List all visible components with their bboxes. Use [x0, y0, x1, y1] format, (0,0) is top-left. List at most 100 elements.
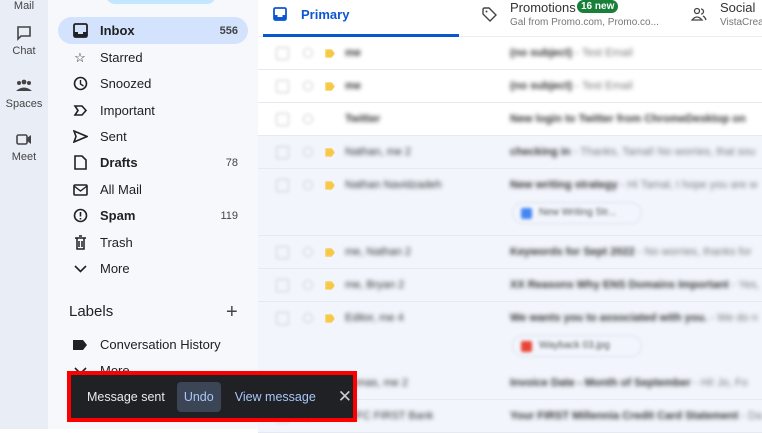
- email-summary: We wants you to associated with you. - W…: [510, 312, 758, 324]
- important-marker-icon[interactable]: [325, 181, 335, 190]
- star-icon[interactable]: [303, 81, 313, 91]
- email-summary: New login to Twitter from ChromeDesktop …: [510, 113, 746, 125]
- email-sender: me: [345, 47, 361, 59]
- important-icon: [70, 104, 90, 117]
- trash-icon: [70, 235, 90, 250]
- tab-primary[interactable]: Primary: [263, 0, 459, 37]
- sidebar-item-important[interactable]: Important: [58, 97, 248, 124]
- label-conversation-history[interactable]: Conversation History: [58, 331, 248, 358]
- important-marker-icon[interactable]: [325, 314, 335, 323]
- email-subject: New writing strategy: [510, 179, 618, 191]
- tab-promotions[interactable]: Promotions 16 new Gal from Promo.com, Pr…: [478, 0, 678, 37]
- star-icon[interactable]: [303, 147, 313, 157]
- sidebar-item-trash[interactable]: Trash: [58, 229, 248, 256]
- email-snippet: - No worries, thanks for: [634, 246, 752, 258]
- star-icon[interactable]: [303, 114, 313, 124]
- email-row[interactable]: Nathan, me 2 checking in - Thanks, Tamal…: [258, 136, 762, 169]
- star-icon[interactable]: [303, 180, 313, 190]
- people-icon: [691, 7, 707, 21]
- star-icon[interactable]: [303, 48, 313, 58]
- new-badge: 16 new: [577, 0, 619, 13]
- sidebar-item-starred[interactable]: ☆ Starred: [58, 44, 248, 71]
- spaces-icon: [16, 79, 32, 91]
- sidebar-item-inbox[interactable]: Inbox 556: [58, 17, 248, 44]
- email-sender: Editor, me 4: [345, 312, 404, 324]
- star-icon[interactable]: [303, 247, 313, 257]
- draft-icon: [70, 155, 90, 170]
- file-icon: [521, 341, 532, 352]
- sidebar-item-sent[interactable]: Sent: [58, 123, 248, 150]
- email-row[interactable]: Twitter New login to Twitter from Chrome…: [258, 103, 762, 136]
- sidebar-item-all-mail[interactable]: All Mail: [58, 176, 248, 203]
- toast-message: Message sent: [87, 389, 165, 404]
- email-row[interactable]: me, Bryan 2 XX Reasons Why ENS Domains I…: [258, 269, 762, 302]
- rail-mail[interactable]: Mail: [0, 0, 48, 13]
- email-subject: Keywords for Sept 2022: [510, 246, 635, 258]
- email-snippet: - Hi! Jo, Fo: [690, 377, 748, 389]
- undo-button[interactable]: Undo: [176, 381, 221, 412]
- email-row[interactable]: Editor, me 4 We wants you to associated …: [258, 302, 762, 369]
- rail-chat[interactable]: Chat: [0, 24, 48, 57]
- inbox-main: Primary Promotions 16 new Gal from Promo…: [258, 0, 762, 433]
- email-summary: Your FIRST Millennia Credit Card Stateme…: [510, 410, 762, 422]
- email-subject: Your FIRST Millennia Credit Card Stateme…: [510, 410, 739, 422]
- email-subject: (no subject): [510, 80, 573, 92]
- row-checkbox[interactable]: [276, 179, 289, 192]
- email-subject: New login to Twitter from ChromeDesktop …: [510, 113, 746, 125]
- close-icon[interactable]: ✕: [338, 387, 352, 407]
- file-icon: [521, 208, 532, 219]
- row-checkbox[interactable]: [276, 47, 289, 60]
- attachment-chip[interactable]: New Writing Str...: [512, 202, 642, 224]
- row-checkbox[interactable]: [276, 246, 289, 259]
- rail-meet[interactable]: Meet: [0, 130, 48, 163]
- email-row[interactable]: me (no subject) - Test Email: [258, 37, 762, 70]
- email-snippet: - Test Email: [572, 47, 633, 59]
- sidebar-item-spam[interactable]: Spam 119: [58, 202, 248, 229]
- email-sender: Nathan Navidzadeh: [345, 179, 442, 191]
- important-marker-icon[interactable]: [325, 281, 335, 290]
- email-sender: Nathan, me 2: [345, 146, 412, 158]
- sidebar-item-snoozed[interactable]: Snoozed: [58, 70, 248, 97]
- star-icon[interactable]: [303, 280, 313, 290]
- email-subject: We wants you to associated with you.: [510, 312, 708, 324]
- row-checkbox[interactable]: [276, 113, 289, 126]
- tab-social[interactable]: Social VistaCrea: [688, 0, 762, 37]
- row-checkbox[interactable]: [276, 146, 289, 159]
- rail-spaces[interactable]: Spaces: [0, 77, 48, 110]
- important-marker-icon[interactable]: [325, 148, 335, 157]
- send-icon: [70, 130, 90, 143]
- email-subject: (no subject): [510, 47, 573, 59]
- email-summary: Keywords for Sept 2022 - No worries, tha…: [510, 246, 751, 258]
- mail-icon: [70, 183, 90, 196]
- important-marker-icon[interactable]: [325, 82, 335, 91]
- attachment-chip[interactable]: Wayback 03.jpg: [512, 335, 642, 357]
- add-label-plus-icon[interactable]: +: [226, 301, 238, 324]
- sidebar-item-drafts[interactable]: Drafts 78: [58, 149, 248, 176]
- tag-icon: [482, 7, 497, 22]
- email-sender: me: [345, 80, 361, 92]
- chevron-down-icon: [70, 264, 90, 273]
- email-summary: (no subject) - Test Email: [510, 80, 633, 92]
- email-sender: IDFC FIRST Bank: [345, 410, 434, 422]
- star-icon[interactable]: [303, 313, 313, 323]
- email-row[interactable]: Nathan Navidzadeh New writing strategy -…: [258, 169, 762, 236]
- compose-button[interactable]: [106, 0, 216, 4]
- important-marker-icon[interactable]: [325, 248, 335, 257]
- email-row[interactable]: me (no subject) - Test Email: [258, 70, 762, 103]
- email-snippet: - Hi Tamal, I hope you are w: [617, 179, 758, 191]
- email-snippet: - Thanks, Tamal! No worries, that sou: [570, 146, 756, 158]
- clock-icon: [70, 76, 90, 91]
- video-icon: [16, 134, 31, 145]
- row-checkbox[interactable]: [276, 80, 289, 93]
- email-snippet: - Yes,: [728, 279, 760, 291]
- chat-icon: [17, 26, 31, 41]
- category-tabs: Primary Promotions 16 new Gal from Promo…: [258, 0, 762, 37]
- important-marker-icon[interactable]: [325, 49, 335, 58]
- row-checkbox[interactable]: [276, 279, 289, 292]
- sidebar-item-more[interactable]: More: [58, 255, 248, 282]
- view-message-link[interactable]: View message: [235, 390, 316, 404]
- spam-icon: [70, 208, 90, 223]
- email-summary: New writing strategy - Hi Tamal, I hope …: [510, 179, 757, 191]
- row-checkbox[interactable]: [276, 312, 289, 325]
- email-row[interactable]: me, Nathan 2 Keywords for Sept 2022 - No…: [258, 236, 762, 269]
